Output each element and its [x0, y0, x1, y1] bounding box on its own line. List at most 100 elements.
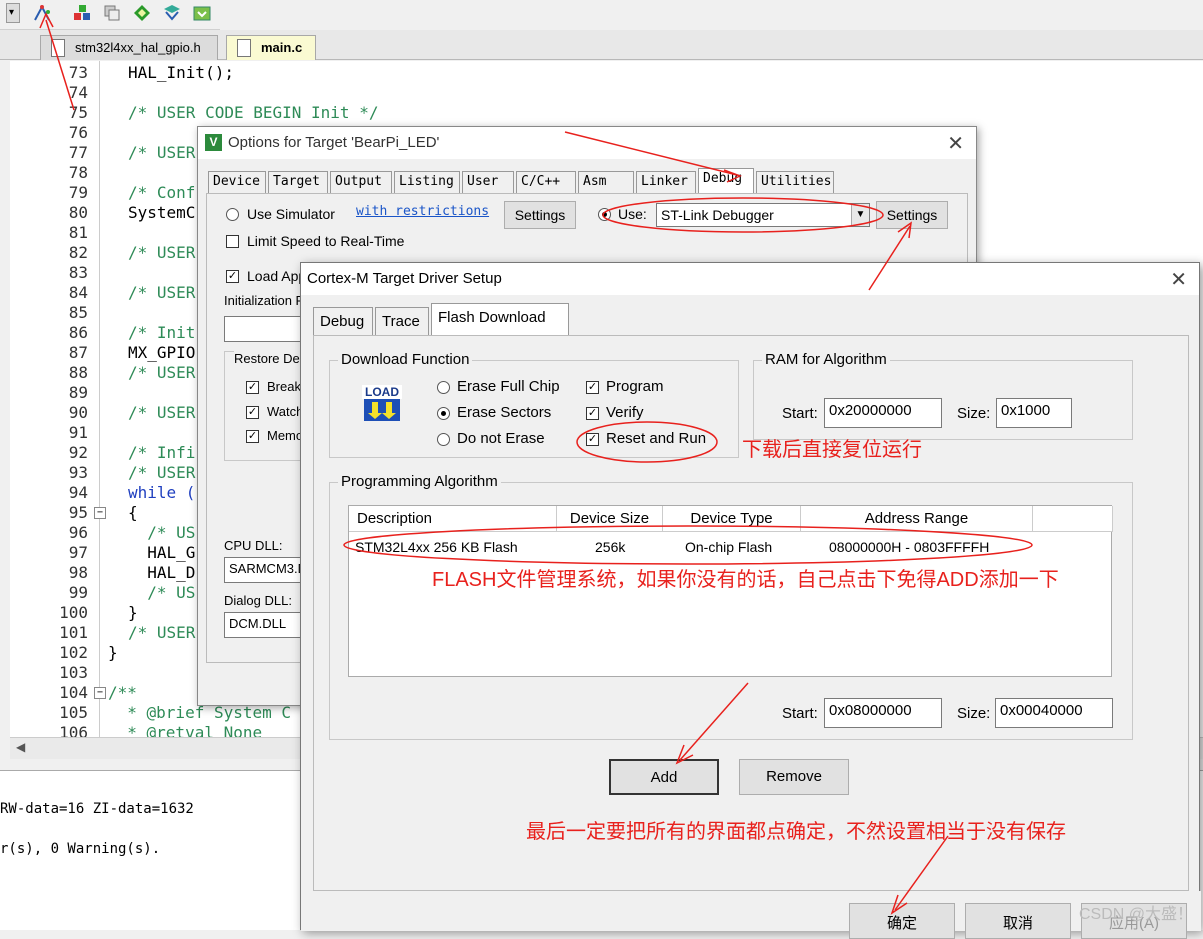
use-debugger-radio[interactable] [598, 208, 611, 221]
ram-size-label: Size: [957, 405, 991, 422]
tab-device[interactable]: Device [208, 171, 266, 193]
line-number: 101 [59, 623, 88, 642]
restore-memory-checkbox[interactable]: ✓ [246, 430, 259, 443]
line-number: 75 [68, 103, 88, 122]
tab-asm[interactable]: Asm [578, 171, 634, 193]
tab-stm32l4xx-hal-gpio-h[interactable]: stm32l4xx_hal_gpio.h [40, 35, 218, 60]
tab-listing[interactable]: Listing [394, 171, 460, 193]
line-number: 85 [68, 303, 88, 322]
dialog-title: Cortex-M Target Driver Setup [307, 270, 502, 287]
column-header-description[interactable]: Description [349, 506, 557, 532]
select-packs-icon[interactable] [192, 3, 212, 23]
code-line: /* USER [128, 463, 196, 482]
code-line: { [128, 503, 138, 522]
line-number: 92 [68, 443, 88, 462]
options-for-target-icon[interactable] [32, 3, 52, 23]
close-icon[interactable]: ✕ [1170, 267, 1187, 292]
code-line: } [108, 643, 118, 662]
cpu-dll-input[interactable]: SARMCM3.D [224, 557, 304, 583]
line-number: 83 [68, 263, 88, 282]
tab-flash-download[interactable]: Flash Download [431, 303, 569, 335]
dialog-dll-input[interactable]: DCM.DLL [224, 612, 304, 638]
programming-algorithm-group: Programming Algorithm Description Device… [329, 473, 1133, 740]
init-file-input[interactable] [224, 316, 304, 342]
dropdown-icon[interactable]: ▾ [6, 3, 20, 23]
close-icon[interactable]: ✕ [947, 131, 964, 156]
tab-debug[interactable]: Debug [698, 168, 754, 193]
line-number: 82 [68, 243, 88, 262]
program-checkbox[interactable]: ✓ [586, 381, 599, 394]
remove-button[interactable]: Remove [739, 759, 849, 795]
fold-toggle-icon[interactable]: − [94, 507, 106, 519]
tab-debug[interactable]: Debug [313, 307, 373, 335]
dialog-dll-label: Dialog DLL: [224, 593, 292, 608]
column-header-device-type[interactable]: Device Type [663, 506, 801, 532]
code-line: MX_GPIO [128, 343, 196, 362]
debugger-select[interactable]: ST-Link Debugger ▼ [656, 203, 870, 227]
with-restrictions-link[interactable]: with restrictions [356, 204, 489, 219]
flash-size-input[interactable]: 0x00040000 [995, 698, 1113, 728]
manage-components-icon[interactable] [72, 3, 92, 23]
annotation-flash: FLASH文件管理系统，如果你没有的话，自己点击下免得ADD添加一下 [432, 569, 1059, 591]
erase-sectors-label: Erase Sectors [457, 404, 552, 421]
code-line: /* US [128, 583, 196, 602]
tab-utilities[interactable]: Utilities [756, 171, 834, 193]
scroll-left-icon[interactable]: ◀ [16, 740, 25, 754]
code-line: while ( [128, 483, 196, 502]
erase-sectors-radio[interactable] [437, 407, 450, 420]
tab-main-c[interactable]: main.c [226, 35, 316, 60]
table-row[interactable]: STM32L4xx 256 KB Flash 256k On-chip Flas… [349, 534, 1113, 560]
verify-checkbox[interactable]: ✓ [586, 407, 599, 420]
code-line: /* USER [128, 283, 196, 302]
tab-target[interactable]: Target [268, 171, 328, 193]
add-button[interactable]: Add [609, 759, 719, 795]
dialog-title-bar: Cortex-M Target Driver Setup ✕ [301, 263, 1199, 295]
simulator-settings-button[interactable]: Settings [504, 201, 576, 229]
pack-installer-icon[interactable] [162, 3, 182, 23]
chevron-down-icon[interactable]: ▼ [851, 204, 869, 226]
tab-cc[interactable]: C/C++ [516, 171, 576, 193]
annotation-reset-run: 下载后直接复位运行 [742, 439, 922, 461]
tab-output[interactable]: Output [330, 171, 392, 193]
load-app-label: Load App [247, 268, 307, 284]
ram-start-label: Start: [782, 405, 818, 422]
line-number: 81 [68, 223, 88, 242]
copy-icon[interactable] [102, 3, 122, 23]
code-line: /* Infi [128, 443, 196, 462]
line-number: 80 [68, 203, 88, 222]
line-number: 84 [68, 283, 88, 302]
load-app-checkbox[interactable]: ✓ [226, 270, 239, 283]
row-description: STM32L4xx 256 KB Flash [355, 539, 518, 555]
group-title: RAM for Algorithm [762, 351, 890, 368]
restore-break-label: Break [267, 379, 301, 394]
file-tab-bar: stm32l4xx_hal_gpio.h main.c [0, 30, 1203, 60]
restore-break-checkbox[interactable]: ✓ [246, 381, 259, 394]
ram-size-input[interactable]: 0x1000 [996, 398, 1072, 428]
diamond-icon[interactable] [132, 3, 152, 23]
code-line: /* USER [128, 143, 196, 162]
reset-and-run-checkbox[interactable]: ✓ [586, 433, 599, 446]
line-number: 73 [68, 63, 88, 82]
debugger-settings-button[interactable]: Settings [876, 201, 948, 229]
column-header-address-range[interactable]: Address Range [801, 506, 1033, 532]
restore-memory-label: Memo [267, 428, 304, 443]
tab-linker[interactable]: Linker [636, 171, 696, 193]
restore-watch-checkbox[interactable]: ✓ [246, 406, 259, 419]
code-line: /* USER [128, 363, 196, 382]
tab-trace[interactable]: Trace [375, 307, 429, 335]
line-number: 93 [68, 463, 88, 482]
line-number: 86 [68, 323, 88, 342]
fold-toggle-icon[interactable]: − [94, 687, 106, 699]
column-header-device-size[interactable]: Device Size [557, 506, 663, 532]
use-simulator-radio[interactable] [226, 208, 239, 221]
line-number: 87 [68, 343, 88, 362]
ok-button[interactable]: 确定 [849, 903, 955, 939]
limit-speed-checkbox[interactable] [226, 235, 239, 248]
code-line: /* USER [128, 243, 196, 262]
erase-full-chip-radio[interactable] [437, 381, 450, 394]
flash-start-input[interactable]: 0x08000000 [824, 698, 942, 728]
cancel-button[interactable]: 取消 [965, 903, 1071, 939]
do-not-erase-radio[interactable] [437, 433, 450, 446]
tab-user[interactable]: User [462, 171, 514, 193]
ram-start-input[interactable]: 0x20000000 [824, 398, 942, 428]
